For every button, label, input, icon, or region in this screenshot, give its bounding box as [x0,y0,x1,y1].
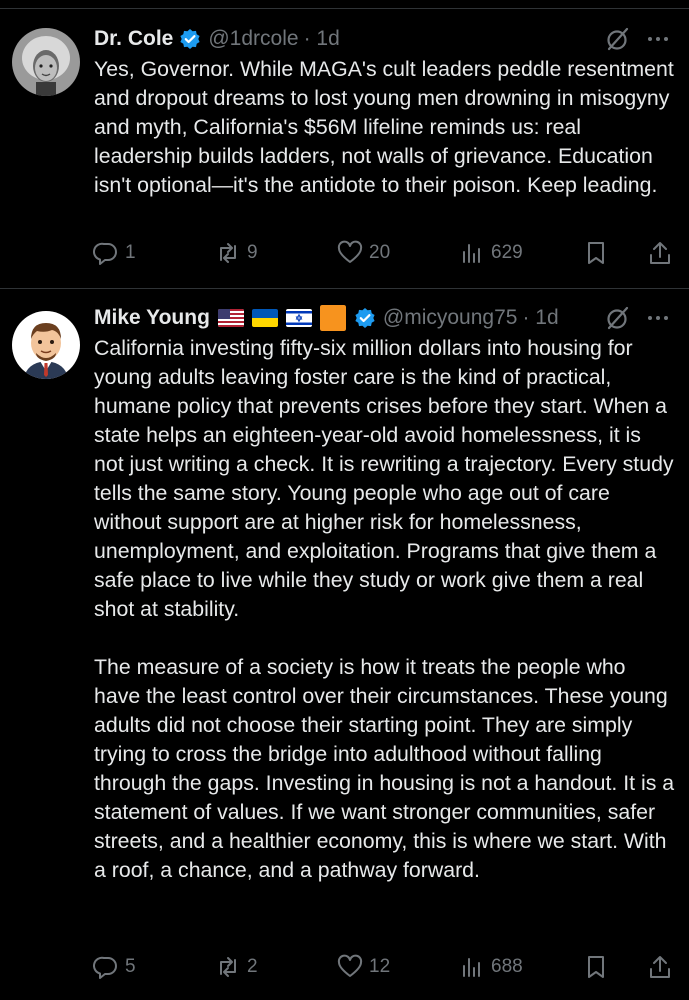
display-name[interactable]: Dr. Cole [94,27,173,51]
reply-button[interactable]: 1 [93,240,215,266]
bookmark-icon [588,956,604,978]
post-1[interactable]: Dr. Cole @1drcole · 1d Yes, Governor. Wh… [0,0,689,288]
repost-button[interactable]: 9 [215,240,337,266]
repost-count: 2 [247,956,258,977]
user-handle[interactable]: @micyoung75 [383,306,518,330]
views-icon [463,244,480,263]
view-count: 629 [491,242,523,263]
reply-count: 1 [125,242,136,263]
views-icon [463,958,480,977]
grok-icon[interactable] [605,305,631,331]
view-count: 688 [491,956,523,977]
display-name[interactable]: Mike Young [94,306,210,330]
us-flag-icon [217,309,244,327]
post-text: California investing fifty-six million d… [94,336,675,882]
bookmark-icon [588,242,604,264]
more-options-icon[interactable] [645,305,671,331]
heart-icon [337,954,363,977]
more-options-icon[interactable] [645,26,671,52]
like-count: 12 [369,956,391,977]
reply-icon [93,956,117,979]
views-button[interactable]: 688 [459,954,581,980]
post-2[interactable]: Mike Young @micyoung75 · 1d California i… [0,289,689,1000]
reply-button[interactable]: 5 [93,954,215,980]
verified-badge-icon[interactable] [354,307,376,329]
share-button[interactable] [647,954,673,980]
action-bar: 5 2 12 688 [93,950,673,984]
post-time[interactable]: · 1d [304,27,340,51]
repost-icon [220,957,236,977]
verified-badge-icon[interactable] [179,28,201,50]
share-button[interactable] [647,240,673,266]
post-time[interactable]: · 1d [522,306,558,330]
like-button[interactable]: 20 [337,240,459,266]
reply-icon [93,242,117,265]
views-button[interactable]: 629 [459,240,581,266]
orange-square-icon [319,305,346,331]
israel-flag-icon [285,309,312,327]
repost-icon [220,243,236,263]
post-header: Mike Young @micyoung75 · 1d [94,303,671,333]
avatar[interactable] [12,311,80,379]
action-bar: 1 9 20 629 [93,236,673,270]
grok-icon[interactable] [605,26,631,52]
post-header: Dr. Cole @1drcole · 1d [94,24,671,54]
repost-button[interactable]: 2 [215,954,337,980]
name-flags [217,305,354,331]
heart-icon [337,240,363,263]
post-text: Yes, Governor. While MAGA's cult leaders… [94,57,680,197]
like-count: 20 [369,242,391,263]
reply-count: 5 [125,956,136,977]
share-icon [650,956,670,978]
bookmark-button[interactable] [583,240,609,266]
user-handle[interactable]: @1drcole [208,27,298,51]
avatar[interactable] [12,28,80,96]
repost-count: 9 [247,242,258,263]
share-icon [650,242,670,264]
ukraine-flag-icon [251,309,278,327]
like-button[interactable]: 12 [337,954,459,980]
bookmark-button[interactable] [583,954,609,980]
